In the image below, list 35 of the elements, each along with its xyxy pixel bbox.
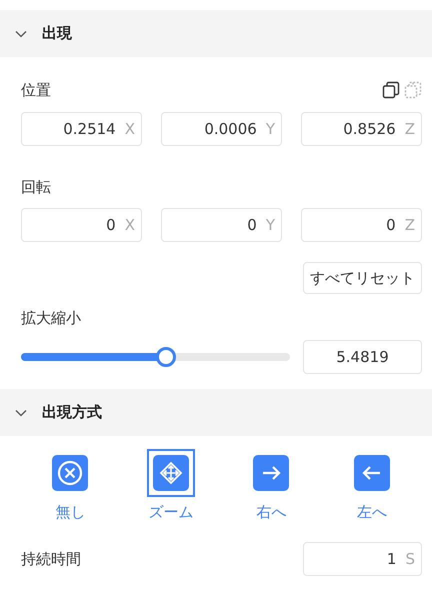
number-field[interactable]: 0 Y [161,208,282,242]
unit-label: S [405,550,415,568]
transition-option[interactable]: 無し [46,449,94,522]
axis-label: Y [266,216,275,234]
section-title: 出現方式 [42,403,102,422]
transition-option[interactable]: 右へ [247,449,296,522]
slider-thumb[interactable] [156,347,176,367]
transition-option[interactable]: ズーム [146,449,195,522]
number-field[interactable]: 0.0006 Y [161,112,282,146]
field-label: 位置 [21,80,51,100]
scale-slider[interactable] [21,347,290,367]
axis-label: X [124,216,135,234]
scale-value-field[interactable]: 5.4819 [303,340,422,374]
duration-field[interactable]: 1 S [303,542,422,576]
transition-option[interactable]: 左へ [348,449,396,522]
copy-button[interactable] [382,81,400,99]
option-label: 無し [55,503,86,522]
section-header[interactable]: 出現方式 [0,389,432,436]
field-label: 持続時間 [21,550,81,568]
axis-label: Y [266,120,275,138]
option-label: ズーム [148,503,194,522]
number-field[interactable]: 0 X [21,208,142,242]
reset-button[interactable]: すべてリセット [303,262,422,294]
number-field[interactable]: 0.8526 Z [301,112,422,146]
section-title: 出現 [42,24,72,43]
axis-label: Z [404,216,415,234]
axis-label: X [124,120,135,138]
number-field[interactable]: 0.2514 X [21,112,142,146]
option-label: 右へ [256,503,286,522]
field-label: 拡大縮小 [21,308,81,328]
axis-label: Z [404,120,415,138]
section-header[interactable]: 出現 [0,10,432,57]
option-label: 左へ [356,503,387,522]
field-label: 回転 [21,178,51,196]
number-field[interactable]: 0 Z [301,208,422,242]
